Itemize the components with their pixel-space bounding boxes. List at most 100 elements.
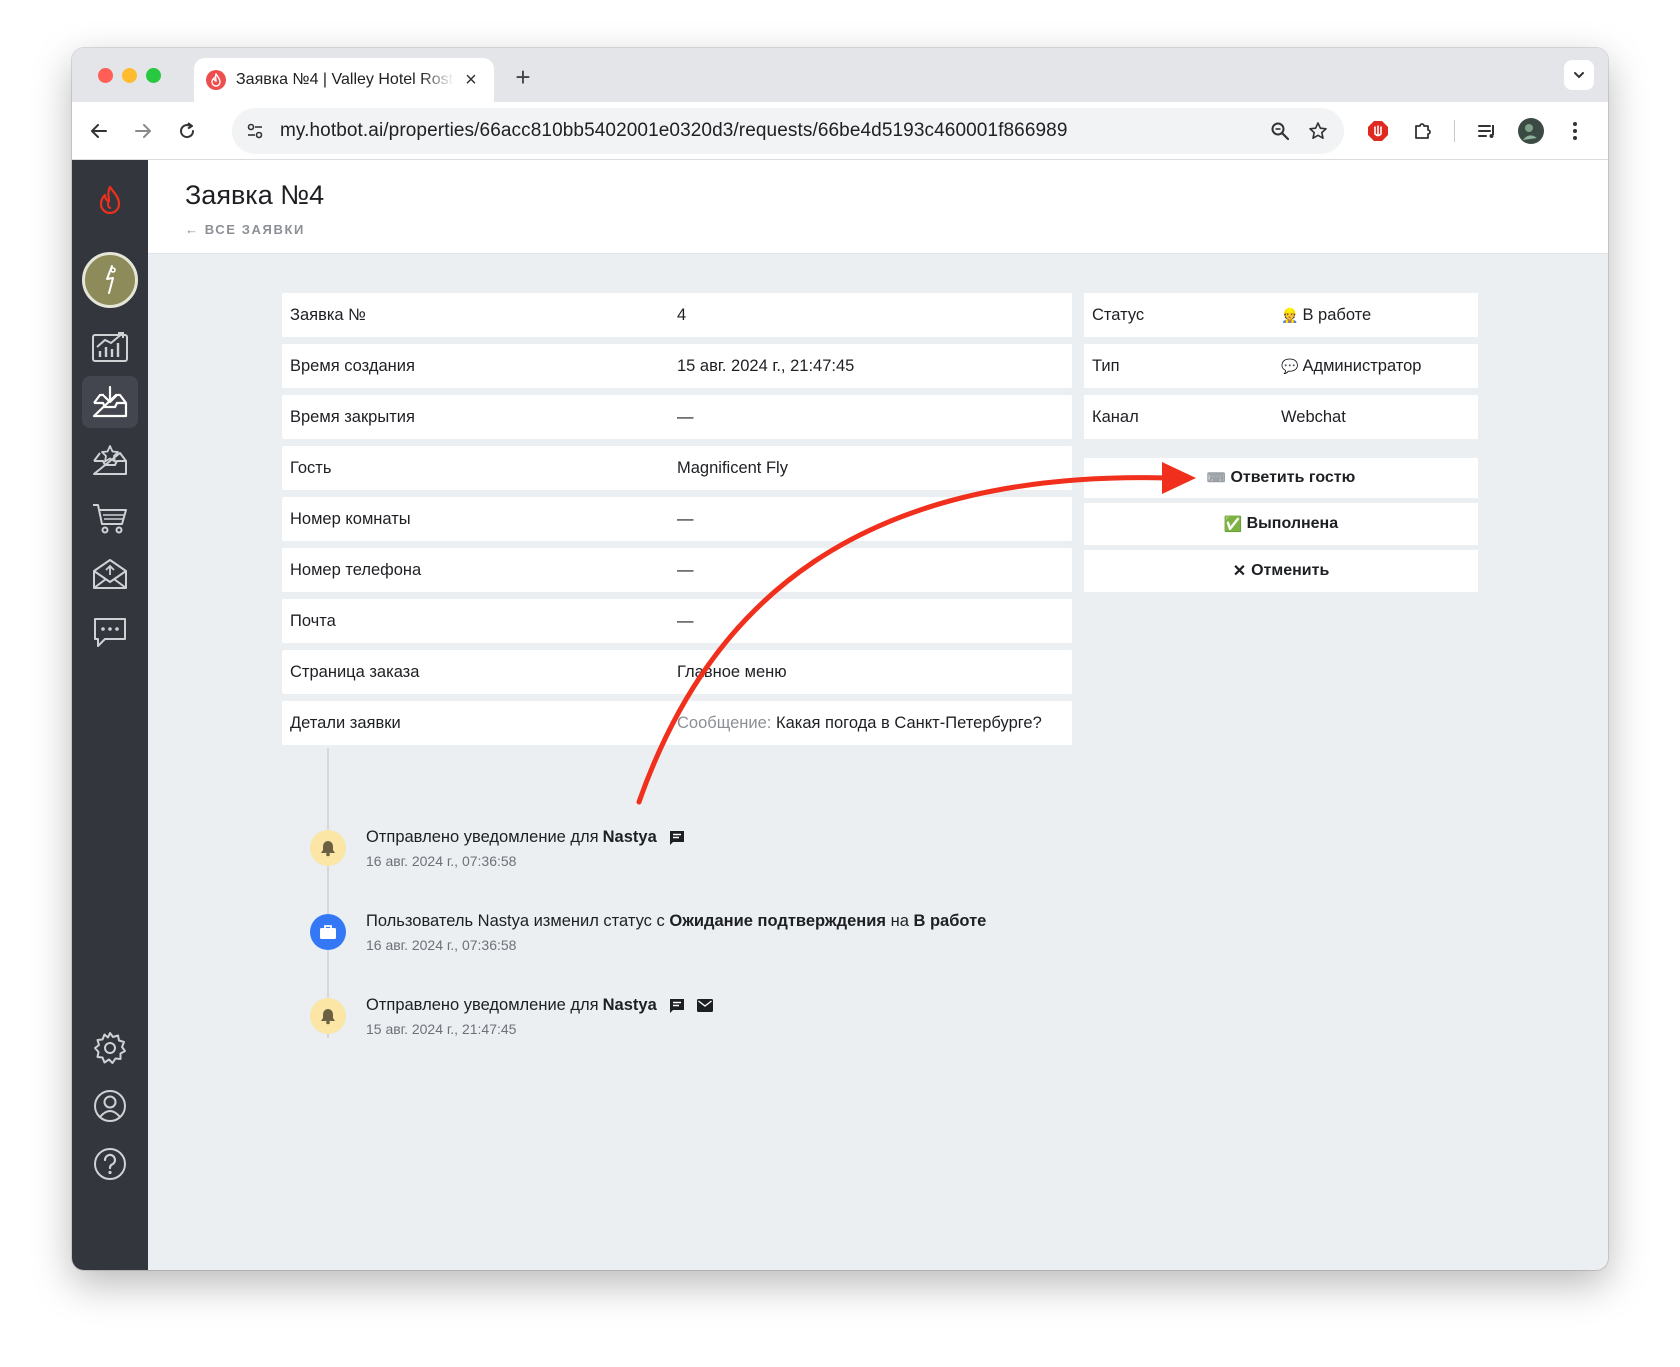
tab-title: Заявка №4 | Valley Hotel Rostov xyxy=(236,71,454,88)
type-label: Тип xyxy=(1092,356,1120,375)
status-label: Статус xyxy=(1092,305,1145,324)
detail-value: — xyxy=(677,509,694,528)
site-settings-icon[interactable] xyxy=(244,120,266,142)
tab-close-icon[interactable]: × xyxy=(460,69,482,91)
new-tab-icon[interactable]: + xyxy=(508,62,538,92)
analytics-chart-icon[interactable] xyxy=(82,320,138,372)
status-row: Статус 👷 В работе xyxy=(1084,293,1478,337)
chat-bubble-icon[interactable] xyxy=(82,606,138,658)
detail-value: Сообщение: Какая погода в Санкт-Петербур… xyxy=(677,714,1072,733)
requests-inbox-icon[interactable] xyxy=(82,376,138,428)
cancel-request-button[interactable]: ✕ Отменить xyxy=(1084,550,1478,592)
active-tab[interactable]: Заявка №4 | Valley Hotel Rostov × xyxy=(194,58,494,102)
chat-message-icon xyxy=(669,830,685,846)
email-envelope-icon xyxy=(696,999,713,1012)
zoom-icon[interactable] xyxy=(1268,119,1292,143)
timeline-message: Отправлено уведомление для xyxy=(366,996,599,1014)
browser-menu-icon[interactable] xyxy=(1560,116,1590,146)
detail-row-order-page: Страница заказа Главное меню xyxy=(282,650,1072,694)
timeline-text: Отправлено уведомление для Nastya xyxy=(366,996,713,1015)
timeline-date: 16 авг. 2024 г., 07:36:58 xyxy=(366,853,517,869)
detail-row-closed: Время закрытия — xyxy=(282,395,1072,439)
back-arrow-icon[interactable] xyxy=(84,116,114,146)
message-text: Какая погода в Санкт-Петербурге? xyxy=(775,713,1042,732)
tab-search-chevron-icon[interactable] xyxy=(1564,60,1594,90)
detail-value: 15 авг. 2024 г., 21:47:45 xyxy=(677,356,855,375)
detail-row-room: Номер комнаты — xyxy=(282,497,1072,541)
channel-row: Канал Webchat xyxy=(1084,395,1478,439)
url-text: my.hotbot.ai/properties/66acc810bb540200… xyxy=(280,120,1068,141)
timeline-date: 16 авг. 2024 г., 07:36:58 xyxy=(366,937,517,953)
detail-row-phone: Номер телефона — xyxy=(282,548,1072,592)
maximize-window-button[interactable] xyxy=(146,68,161,83)
detail-label: Гость xyxy=(290,458,332,477)
mark-done-button[interactable]: ✅ Выполнена xyxy=(1084,503,1478,545)
briefcase-icon xyxy=(310,914,346,950)
detail-value: — xyxy=(677,611,694,630)
address-bar[interactable]: my.hotbot.ai/properties/66acc810bb540200… xyxy=(232,108,1344,154)
timeline-from-status: Ожидание подтверждения xyxy=(669,912,886,930)
timeline-date: 15 авг. 2024 г., 21:47:45 xyxy=(366,1021,517,1037)
timeline-message: Отправлено уведомление для xyxy=(366,828,599,846)
reply-label: Ответить гостю xyxy=(1230,469,1356,486)
reload-icon[interactable] xyxy=(172,116,202,146)
media-control-icon[interactable] xyxy=(1472,116,1502,146)
forward-arrow-icon[interactable] xyxy=(128,116,158,146)
shop-cart-icon[interactable] xyxy=(82,492,138,544)
help-question-icon[interactable] xyxy=(82,1138,138,1190)
channel-value: Webchat xyxy=(1281,407,1346,426)
timeline-event: Отправлено уведомление для Nastya 16 авг… xyxy=(310,828,1070,890)
timeline-event: Отправлено уведомление для Nastya 15 авг… xyxy=(310,996,1070,1058)
page-header: Заявка №4 ← ВСЕ ЗАЯВКИ xyxy=(148,160,1608,254)
worker-emoji-icon: 👷 xyxy=(1281,306,1299,323)
detail-row-number: Заявка № 4 xyxy=(282,293,1072,337)
close-window-button[interactable] xyxy=(98,68,113,83)
timeline-line xyxy=(327,748,329,1038)
detail-label: Почта xyxy=(290,611,336,630)
profile-avatar-icon[interactable] xyxy=(1516,116,1546,146)
timeline-event: Пользователь Nastya изменил статус с Ожи… xyxy=(310,912,1070,974)
message-prefix: Сообщение: xyxy=(677,713,772,732)
cross-icon: ✕ xyxy=(1232,563,1247,580)
request-details-table: Заявка № 4 Время создания 15 авг. 2024 г… xyxy=(282,293,1072,752)
adblock-extension-icon[interactable] xyxy=(1363,116,1393,146)
detail-value: Magnificent Fly xyxy=(677,458,788,477)
reviews-star-inbox-icon[interactable] xyxy=(82,434,138,486)
speech-bubble-icon: 💬 xyxy=(1281,357,1299,374)
mailing-envelope-icon[interactable] xyxy=(82,548,138,600)
timeline-message: Пользователь Nastya изменил статус с xyxy=(366,912,670,930)
detail-label: Номер комнаты xyxy=(290,509,411,528)
cancel-label: Отменить xyxy=(1251,562,1330,579)
timeline-user: Nastya xyxy=(602,996,657,1014)
minimize-window-button[interactable] xyxy=(122,68,137,83)
type-value: 💬 Администратор xyxy=(1281,357,1478,376)
keyboard-icon: ⌨ xyxy=(1206,470,1226,485)
status-value-text: В работе xyxy=(1302,305,1372,324)
detail-row-created: Время создания 15 авг. 2024 г., 21:47:45 xyxy=(282,344,1072,388)
detail-row-guest: Гость Magnificent Fly xyxy=(282,446,1072,490)
request-history-timeline: Отправлено уведомление для Nastya 16 авг… xyxy=(282,748,1082,1118)
bookmark-star-icon[interactable] xyxy=(1306,119,1330,143)
request-status-table: Статус 👷 В работе Тип 💬 Администратор Кана… xyxy=(1084,293,1478,446)
property-avatar[interactable] xyxy=(82,252,138,308)
all-requests-back-link[interactable]: ← ВСЕ ЗАЯВКИ xyxy=(185,222,305,237)
detail-value: — xyxy=(677,560,694,579)
reply-to-guest-button[interactable]: ⌨ Ответить гостю xyxy=(1084,458,1478,498)
detail-label: Страница заказа xyxy=(290,662,420,681)
hotbot-logo-icon[interactable] xyxy=(82,174,138,226)
timeline-to-status: В работе xyxy=(913,912,987,930)
bell-icon xyxy=(310,830,346,866)
tab-bar: Заявка №4 | Valley Hotel Rostov × + xyxy=(72,48,1608,102)
timeline-text: Отправлено уведомление для Nastya xyxy=(366,828,685,847)
settings-gear-icon[interactable] xyxy=(82,1022,138,1074)
status-value: 👷 В работе xyxy=(1281,306,1478,325)
account-user-icon[interactable] xyxy=(82,1080,138,1132)
browser-window: Заявка №4 | Valley Hotel Rostov × + my.h… xyxy=(72,48,1608,1270)
detail-label: Время создания xyxy=(290,356,415,375)
detail-value: — xyxy=(677,407,694,426)
toolbar-divider xyxy=(1454,120,1455,142)
extensions-puzzle-icon[interactable] xyxy=(1408,116,1438,146)
detail-value: 4 xyxy=(677,305,687,324)
detail-label: Время закрытия xyxy=(290,407,415,426)
app-sidebar xyxy=(72,160,148,1270)
